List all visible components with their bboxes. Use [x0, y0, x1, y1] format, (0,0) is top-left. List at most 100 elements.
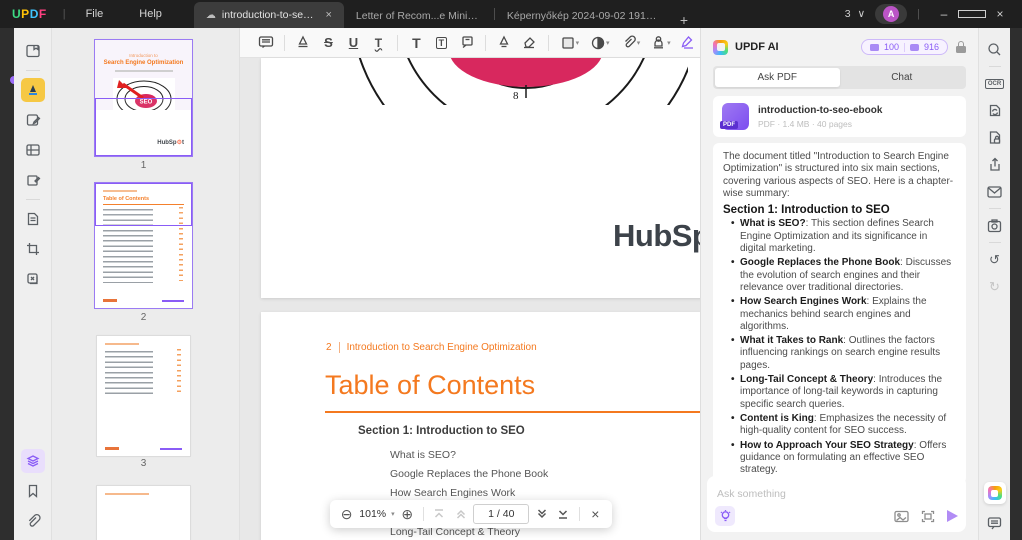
signature-icon[interactable]	[677, 32, 700, 54]
credits-badge[interactable]: 100 916	[861, 39, 948, 55]
page-number-input[interactable]	[473, 504, 529, 524]
close-tab-icon[interactable]: ×	[325, 9, 331, 21]
footer-link-placeholder	[160, 448, 182, 450]
underline-icon[interactable]: U	[342, 32, 365, 54]
text-callout-icon[interactable]	[455, 32, 478, 54]
toolbar-divider	[989, 208, 1001, 209]
updf-window: UPDF | File Help ☁ introduction-to-seo-e…	[0, 0, 1022, 540]
toolbar-divider	[284, 35, 285, 51]
tab-chat[interactable]: Chat	[840, 68, 965, 87]
zoom-in-button[interactable]: ⊕	[399, 504, 416, 524]
logo-letter: U	[12, 7, 21, 21]
pdf-page-1[interactable]: 8 HubSp⚙t	[261, 58, 700, 298]
right-toolbar: OCR ↺ ↻	[978, 28, 1010, 540]
page-thumbnail-3[interactable]	[97, 336, 190, 456]
lock-icon[interactable]	[956, 41, 966, 53]
right-toolbar-bottom	[984, 482, 1006, 536]
zoom-caret-icon[interactable]: ▾	[391, 510, 395, 518]
page-thumbnail-4[interactable]	[97, 486, 190, 540]
save-snapshot-icon[interactable]	[984, 215, 1006, 237]
visible-area-indicator[interactable]	[95, 98, 192, 156]
attach-file-icon[interactable]: ▾	[616, 32, 644, 54]
stamp-icon[interactable]: ▾	[647, 32, 675, 54]
organize-pages-icon[interactable]	[21, 138, 45, 162]
send-icon[interactable]	[947, 510, 958, 522]
fill-color-icon[interactable]: ▾	[586, 32, 614, 54]
titlebar-right: 3 ∨ A | – ×	[845, 4, 1022, 24]
attachment-icon[interactable]	[21, 509, 45, 533]
underline-glyph: U	[349, 35, 358, 50]
comment-panel-icon[interactable]	[984, 512, 1006, 534]
crop-tool-icon[interactable]	[21, 237, 45, 261]
scroll-to-bottom-button[interactable]	[555, 504, 572, 524]
bullet-icon: •	[731, 374, 740, 411]
share-icon[interactable]	[984, 154, 1006, 176]
ask-input[interactable]	[717, 488, 956, 500]
close-zoombar-button[interactable]: ×	[587, 504, 604, 524]
zoom-out-button[interactable]: ⊖	[338, 504, 355, 524]
note-comment-icon[interactable]	[254, 32, 277, 54]
crop-pages-icon[interactable]	[21, 168, 45, 192]
pencil-icon[interactable]	[493, 32, 516, 54]
tab-count-dropdown[interactable]: 3 ∨	[845, 8, 867, 20]
zoombar-divider	[423, 507, 424, 521]
summary-bullet: •How to Approach Your SEO StrategyOffers…	[731, 440, 956, 477]
bookmark-icon[interactable]	[21, 479, 45, 503]
bullet-term: How to Approach Your SEO Strategy	[740, 440, 919, 451]
minimize-button[interactable]: –	[930, 7, 958, 21]
menu-file[interactable]: File	[68, 8, 122, 20]
page-up-button[interactable]	[452, 504, 469, 524]
insert-image-icon[interactable]	[894, 510, 909, 523]
idea-prompts-icon[interactable]	[715, 506, 735, 526]
redo-icon[interactable]: ↻	[984, 276, 1006, 298]
edit-pdf-icon[interactable]	[21, 108, 45, 132]
page-tools-icon[interactable]	[21, 207, 45, 231]
shape-tool-icon[interactable]: ▾	[556, 32, 584, 54]
eraser-icon[interactable]	[518, 32, 541, 54]
undo-icon[interactable]: ↺	[984, 249, 1006, 271]
page-number-label: 3	[95, 458, 192, 469]
page-thumbnail-1[interactable]: Introduction to Search Engine Optimizati…	[95, 40, 192, 156]
logo-letter: F	[39, 7, 47, 21]
reader-mode-icon[interactable]	[21, 39, 45, 63]
updf-ai-toggle-icon[interactable]	[984, 482, 1006, 504]
ocr-icon[interactable]: OCR	[984, 73, 1006, 95]
page-number-label: 2	[95, 312, 192, 323]
document-card[interactable]: introduction-to-seo-ebook PDF · 1.4 MB ·…	[713, 96, 966, 137]
strikethrough-icon[interactable]: S	[317, 32, 340, 54]
protect-icon[interactable]	[984, 127, 1006, 149]
caret-down-icon: ▾	[576, 39, 580, 47]
scroll-to-top-button[interactable]	[431, 504, 448, 524]
comment-tool-icon[interactable]	[21, 78, 45, 102]
cover-kicker: Introduction to	[95, 53, 192, 58]
tab-letter-of-recommendation[interactable]: Letter of Recom...e Minimal Style	[344, 4, 494, 28]
ai-summary-message: The document titled "Introduction to Sea…	[713, 143, 966, 484]
tab-screenshot[interactable]: Képernyőkép 2024-09-02 191750*	[495, 4, 670, 28]
titlebar: UPDF | File Help ☁ introduction-to-seo-e…	[0, 0, 1022, 28]
ai-assistant-icon[interactable]	[21, 449, 45, 473]
bullet-term: What is SEO?	[740, 218, 811, 229]
squiggly-underline-icon[interactable]: T	[367, 32, 390, 54]
new-tab-button[interactable]: +	[670, 12, 698, 28]
search-icon[interactable]	[984, 39, 1006, 61]
email-icon[interactable]	[984, 181, 1006, 203]
pdf-viewer: S U T T T ▾ ▾ ▾ ▾	[240, 28, 700, 540]
maximize-button[interactable]	[958, 7, 986, 21]
titlebar-divider: |	[917, 8, 920, 20]
page-thumbnail-2[interactable]: Table of Contents	[95, 183, 192, 308]
account-button[interactable]: A	[875, 4, 907, 24]
highlighter-icon[interactable]	[292, 32, 315, 54]
text-box-icon[interactable]: T	[430, 32, 453, 54]
page-down-button[interactable]	[533, 504, 550, 524]
toc-section-heading: Section 1: Introduction to SEO	[358, 425, 525, 437]
tab-introduction-to-seo-ebook[interactable]: ☁ introduction-to-seo-ebook* ×	[194, 2, 344, 28]
tab-ask-pdf[interactable]: Ask PDF	[715, 68, 840, 87]
convert-icon[interactable]	[984, 100, 1006, 122]
screenshot-capture-icon[interactable]	[921, 510, 935, 523]
visible-area-indicator[interactable]	[95, 183, 192, 226]
menu-help[interactable]: Help	[121, 8, 180, 20]
export-convert-icon[interactable]	[21, 267, 45, 291]
add-text-icon[interactable]: T	[405, 32, 428, 54]
close-window-button[interactable]: ×	[986, 7, 1014, 21]
bullet-term: How Search Engines Work	[740, 296, 872, 307]
